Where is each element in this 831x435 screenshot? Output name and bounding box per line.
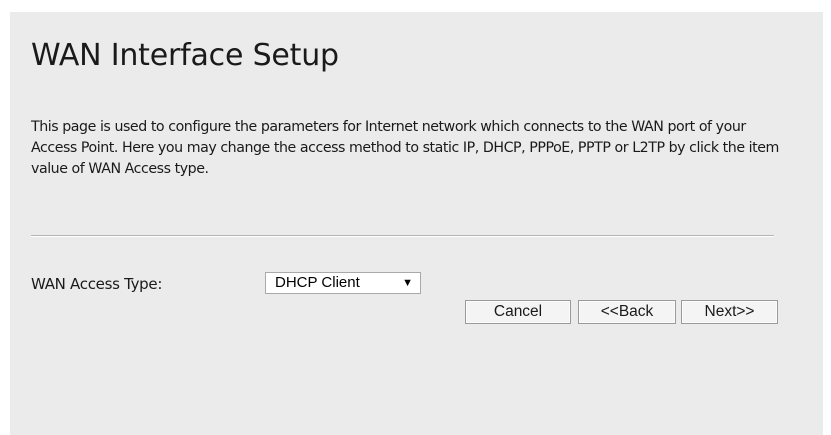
divider: [31, 235, 774, 237]
page-title: WAN Interface Setup: [31, 38, 339, 73]
wan-access-type-label: WAN Access Type:: [31, 275, 163, 293]
page-description: This page is used to configure the param…: [31, 119, 779, 177]
wan-setup-panel: WAN Interface Setup This page is used to…: [10, 12, 823, 435]
next-button[interactable]: Next>>: [681, 300, 778, 324]
wan-access-type-value: DHCP Client: [275, 274, 360, 291]
back-button[interactable]: <<Back: [578, 300, 676, 324]
wan-access-type-select[interactable]: DHCP Client ▼: [265, 272, 421, 294]
chevron-down-icon: ▼: [402, 277, 413, 289]
cancel-button[interactable]: Cancel: [465, 300, 571, 324]
